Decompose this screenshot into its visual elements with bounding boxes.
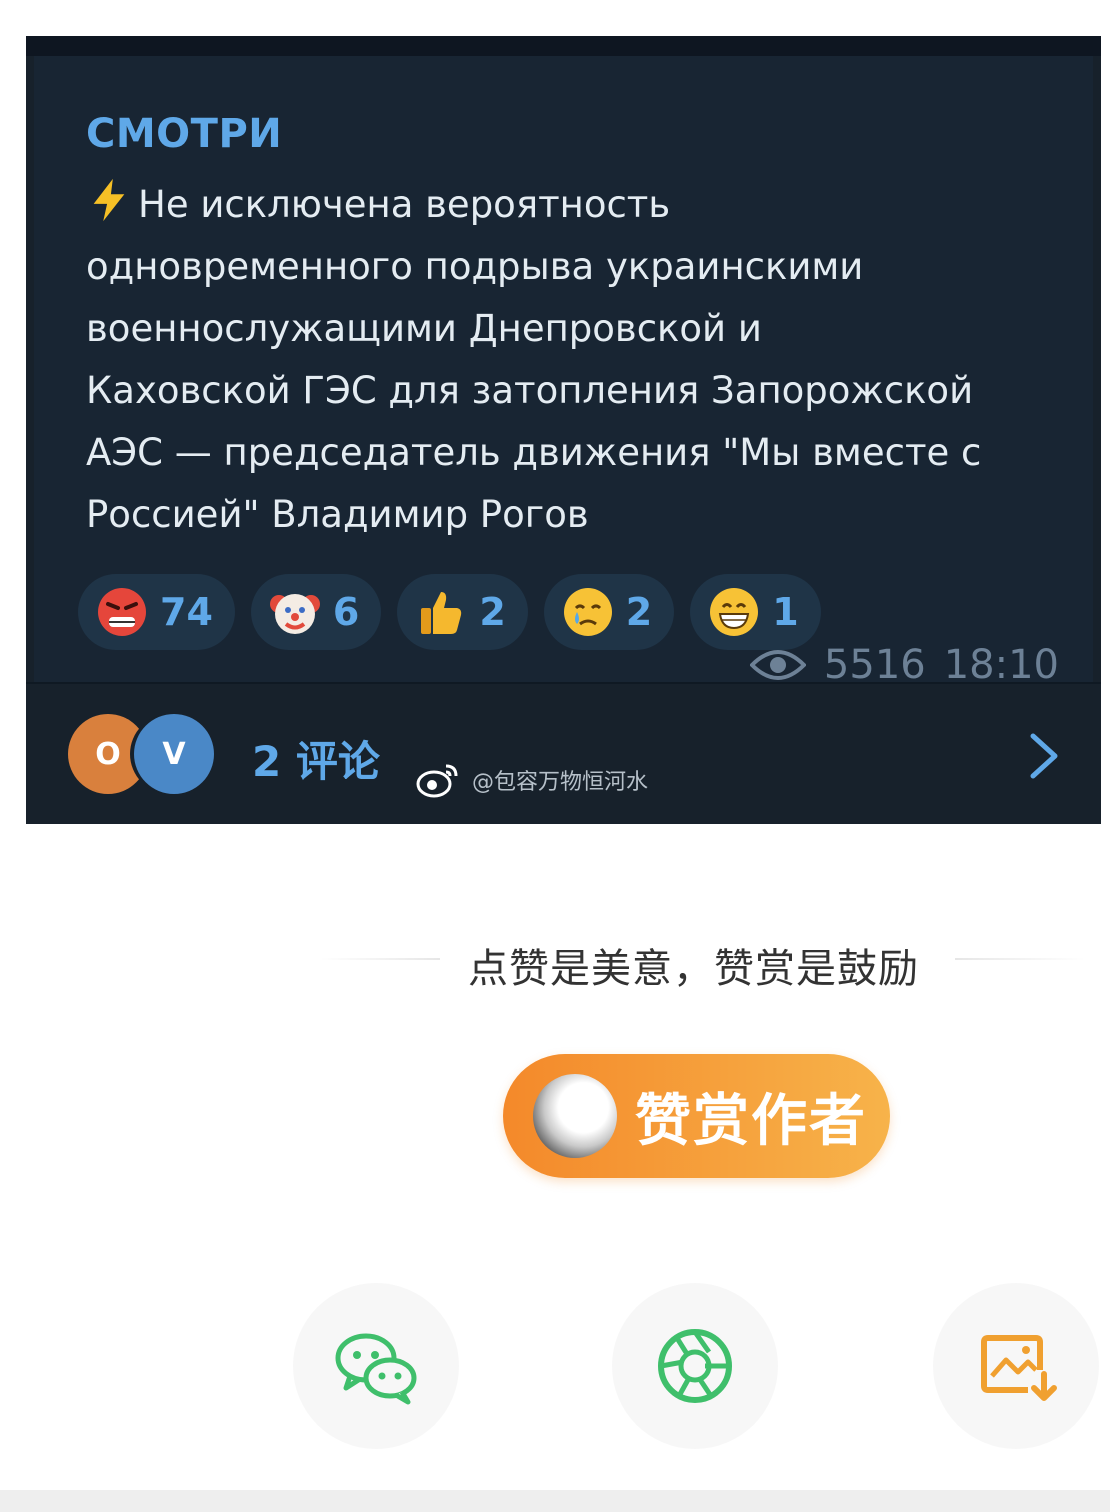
crying-face-icon bbox=[563, 588, 612, 636]
divider-right bbox=[955, 958, 1085, 960]
moments-icon bbox=[658, 1329, 732, 1403]
grinning-face-icon bbox=[710, 588, 759, 636]
channel-name[interactable]: СМОТРИ bbox=[86, 111, 282, 157]
reaction-crying[interactable]: 2 bbox=[543, 574, 675, 650]
reactions-row: 74 6 2 2 1 bbox=[78, 574, 821, 650]
telegram-post-card: СМОТРИ Не исключена вероятность одноврем… bbox=[26, 36, 1101, 824]
avatar: V bbox=[134, 714, 214, 794]
reaction-count: 2 bbox=[625, 590, 653, 634]
weibo-icon bbox=[416, 764, 458, 798]
reaction-grinning[interactable]: 1 bbox=[690, 574, 821, 650]
message-bubble: СМОТРИ Не исключена вероятность одноврем… bbox=[34, 56, 1093, 720]
reaction-count: 2 bbox=[479, 590, 506, 634]
post-text: Не исключена вероятность одновременного … bbox=[86, 174, 1086, 546]
reaction-count: 6 bbox=[332, 590, 360, 634]
save-image-button[interactable] bbox=[933, 1283, 1099, 1449]
reward-author-button[interactable]: 赞赏作者 bbox=[503, 1054, 890, 1178]
comments-row[interactable]: O V 2 评论 @包容万物恒河水 bbox=[26, 684, 1101, 824]
reaction-count: 74 bbox=[160, 590, 213, 634]
reward-button-label: 赞赏作者 bbox=[635, 1088, 867, 1154]
comments-count-label[interactable]: 2 评论 bbox=[252, 728, 380, 789]
thumbs-up-icon bbox=[421, 592, 462, 634]
eye-icon bbox=[749, 650, 806, 680]
card-top-strip bbox=[26, 36, 1101, 56]
praise-text: 点赞是美意，赞赏是鼓励 bbox=[468, 946, 919, 992]
post-body: Не исключена вероятность одновременного … bbox=[86, 183, 982, 536]
reaction-thumbs-up[interactable]: 2 bbox=[397, 574, 528, 650]
divider-left bbox=[320, 958, 440, 960]
share-moments-button[interactable] bbox=[612, 1283, 778, 1449]
lightning-bolt-icon bbox=[93, 178, 125, 222]
bottom-bar bbox=[0, 1490, 1110, 1512]
watermark-text: @包容万物恒河水 bbox=[472, 770, 649, 795]
reaction-count: 1 bbox=[772, 590, 799, 634]
angry-face-icon bbox=[98, 588, 146, 636]
reaction-angry[interactable]: 74 bbox=[78, 574, 235, 650]
save-image-icon bbox=[981, 1335, 1057, 1401]
reaction-clown[interactable]: 6 bbox=[250, 574, 382, 650]
wechat-icon bbox=[335, 1333, 417, 1405]
author-avatar bbox=[533, 1074, 617, 1158]
share-wechat-button[interactable] bbox=[293, 1283, 459, 1449]
watermark: @包容万物恒河水 bbox=[416, 762, 648, 798]
chevron-right-icon[interactable] bbox=[1027, 732, 1061, 780]
clown-face-icon bbox=[269, 594, 320, 634]
